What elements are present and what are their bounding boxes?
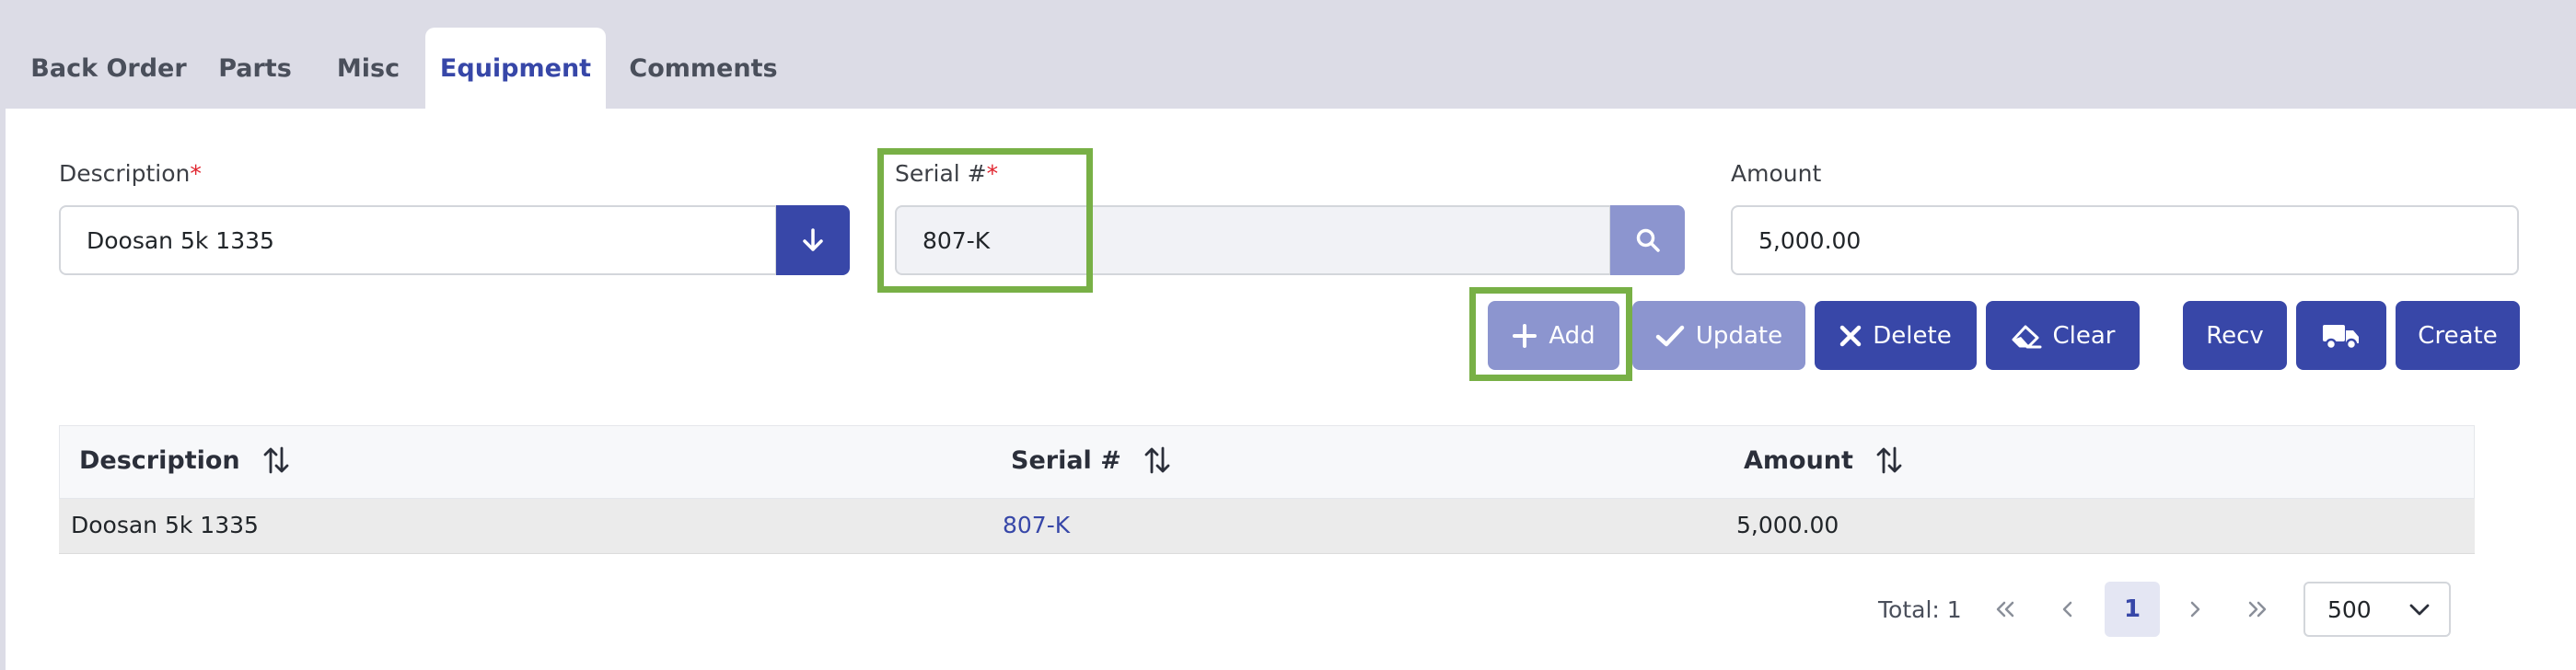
amount-label-text: Amount [1731,160,1822,187]
recv-button[interactable]: Recv [2183,301,2287,370]
tab-back-order[interactable]: Back Order [17,28,201,109]
sort-icon[interactable] [1875,445,1903,475]
close-icon [1840,325,1862,346]
update-button[interactable]: Update [1632,301,1805,370]
table-row[interactable] [59,499,2475,554]
check-icon [1655,325,1685,346]
column-header-serial[interactable]: Serial # [1011,445,1171,475]
shipping-button[interactable] [2296,301,2386,370]
update-button-label: Update [1695,321,1783,350]
page-size-value: 500 [2327,595,2372,623]
create-button[interactable]: Create [2396,301,2520,370]
page-size-select[interactable]: 500 [2303,582,2451,637]
cell-description: Doosan 5k 1335 [71,512,259,538]
tab-label: Comments [629,53,778,83]
add-highlight-box [1469,287,1632,381]
tab-bar: Back Order Parts Misc Equipment Comments [0,0,2576,109]
column-header-label: Amount [1744,445,1853,475]
chevron-down-icon [2409,604,2430,616]
eraser-icon [2012,325,2041,348]
search-icon [1636,228,1660,252]
description-value: Doosan 5k 1335 [87,226,274,254]
truck-icon [2323,324,2359,350]
tab-label: Misc [336,53,400,83]
chevron-left-icon [2062,601,2072,618]
tab-comments[interactable]: Comments [622,28,784,109]
description-input[interactable]: Doosan 5k 1335 [59,205,777,275]
arrow-down-icon [803,228,823,251]
tab-label: Parts [218,53,292,83]
sort-icon[interactable] [1143,445,1171,475]
tab-equipment[interactable]: Equipment [425,28,606,109]
column-header-description[interactable]: Description [79,445,290,475]
tab-label: Back Order [30,53,187,83]
description-label: Description* [59,160,202,187]
delete-button-label: Delete [1873,321,1952,350]
serial-search-button[interactable] [1610,205,1685,275]
column-header-label: Serial # [1011,445,1121,475]
tab-label: Equipment [439,53,592,83]
required-mark: * [190,160,202,187]
prev-page-button[interactable] [2040,582,2095,637]
description-label-text: Description [59,160,191,187]
cell-serial-link[interactable]: 807-K [1003,512,1070,538]
column-header-label: Description [79,445,240,475]
chevron-right-icon [2190,601,2200,618]
column-header-amount[interactable]: Amount [1744,445,1903,475]
tab-misc[interactable]: Misc [324,28,412,109]
sort-icon[interactable] [262,445,290,475]
recv-button-label: Recv [2206,321,2264,350]
create-button-label: Create [2418,321,2498,350]
next-page-button[interactable] [2167,582,2222,637]
table-header [59,425,2475,499]
delete-button[interactable]: Delete [1815,301,1977,370]
page-number-button[interactable]: 1 [2105,582,2160,637]
cell-amount: 5,000.00 [1736,512,1839,538]
double-chevron-right-icon [2248,601,2267,618]
double-chevron-left-icon [1996,601,2014,618]
serial-highlight-box [877,148,1093,293]
amount-label: Amount [1731,160,1821,187]
page-number-label: 1 [2123,595,2141,623]
last-page-button[interactable] [2230,582,2285,637]
description-dropdown-button[interactable] [776,205,850,275]
tab-parts[interactable]: Parts [204,28,306,109]
pagination-total: Total: 1 [1878,596,1962,623]
amount-value: 5,000.00 [1758,226,1862,254]
first-page-button[interactable] [1978,582,2033,637]
amount-input[interactable]: 5,000.00 [1731,205,2519,275]
clear-button[interactable]: Clear [1986,301,2140,370]
clear-button-label: Clear [2052,321,2116,350]
